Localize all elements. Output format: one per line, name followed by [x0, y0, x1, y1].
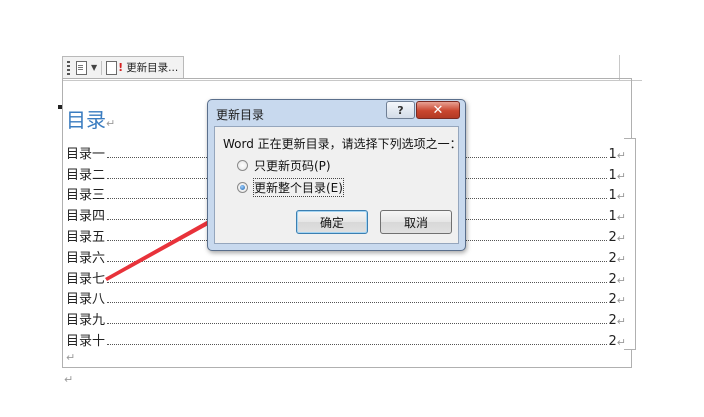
cancel-button[interactable]: 取消 [380, 210, 452, 234]
radio-button-icon[interactable] [237, 160, 248, 171]
close-button[interactable]: ✕ [416, 101, 460, 119]
option-update-page-numbers[interactable]: 只更新页码(P) [237, 157, 331, 174]
radio-button-selected-icon[interactable] [237, 182, 248, 193]
help-button[interactable]: ? [386, 101, 415, 119]
dialog-body: Word 正在更新目录，请选择下列选项之一： 只更新页码(P) 更新整个目录(E… [214, 126, 462, 244]
update-toc-dialog: 更新目录 ? ✕ Word 正在更新目录，请选择下列选项之一： 只更新页码(P)… [207, 99, 466, 251]
dialog-message: Word 正在更新目录，请选择下列选项之一： [223, 137, 462, 151]
dialog-title: 更新目录 [216, 108, 265, 122]
ok-button[interactable]: 确定 [296, 210, 368, 234]
option-update-entire-table[interactable]: 更新整个目录(E) [237, 178, 344, 197]
option-label[interactable]: 更新整个目录(E) [253, 178, 344, 197]
option-label[interactable]: 只更新页码(P) [254, 157, 331, 174]
